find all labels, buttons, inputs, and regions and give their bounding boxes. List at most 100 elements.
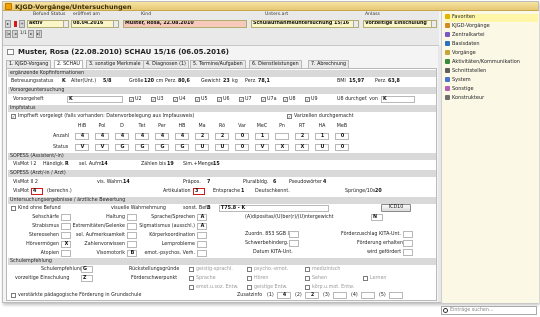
impf-anzahl-cell[interactable]: 0 — [235, 133, 249, 140]
sidebar-item-konstrukteur[interactable]: Konstrukteur — [445, 95, 484, 103]
tab-abrechnung[interactable]: 7. Abrechnung — [308, 60, 350, 68]
zusatz-field[interactable]: 2 — [305, 292, 319, 299]
paed-checkbox[interactable] — [11, 293, 16, 298]
impf-anzahl-cell[interactable]: 4 — [155, 133, 169, 140]
sidebar-item-aktivit-ten-kommunikation[interactable]: Aktivitäten/Kommunikation — [445, 59, 520, 67]
vorsorge-checkbox-u6[interactable]: ✓ — [217, 97, 222, 102]
sidebar-item-zentralkartei[interactable]: Zentralkartei — [445, 32, 485, 40]
impf-status-cell[interactable]: V — [255, 144, 269, 151]
tab-diagnosen[interactable]: 4. Diagnosen (1) — [143, 60, 189, 68]
impf-anzahl-cell[interactable] — [275, 133, 289, 140]
impf-status-cell[interactable]: V — [95, 144, 109, 151]
impf-status-cell[interactable]: U — [315, 144, 329, 151]
vismot1-field[interactable]: 4 — [31, 188, 43, 195]
impf-status-cell[interactable]: V — [75, 144, 89, 151]
foerder-kita-field[interactable] — [403, 231, 413, 238]
schul-option-checkbox[interactable] — [305, 267, 310, 272]
schul-option-checkbox[interactable] — [247, 267, 252, 272]
artik-field[interactable]: 3 — [193, 188, 205, 195]
vorsorge-checkbox-u8[interactable]: ✓ — [283, 97, 288, 102]
vorsorge-checkbox-u2[interactable]: ✓ — [129, 97, 134, 102]
status-select[interactable]: aktiv — [27, 20, 69, 28]
child-select[interactable]: Muster, Rosa, 22.08.2010 — [123, 20, 247, 28]
row-more-button[interactable]: + — [19, 20, 25, 28]
icd-code-field[interactable]: T75.8 - K — [219, 205, 329, 212]
vorsorge-checkbox-u9[interactable]: ✓ — [305, 97, 310, 102]
impf-status-cell[interactable]: U — [215, 144, 229, 151]
icd10-button[interactable]: ICD10 — [381, 204, 411, 212]
sidebar-item-favoriten[interactable]: Favoriten — [445, 14, 538, 22]
impfheft-checkbox[interactable]: ✓ — [11, 114, 16, 119]
date-select[interactable]: 08.04.2016 — [71, 20, 119, 28]
sidebar-item-sonstige[interactable]: Sonstige — [445, 86, 474, 94]
zusatz-field[interactable] — [389, 292, 403, 299]
unters-field[interactable]: A — [197, 214, 207, 221]
vorsorgeheft-field[interactable]: K — [67, 96, 123, 103]
first-record-button[interactable]: |◂ — [5, 30, 11, 38]
varizellen-checkbox[interactable]: ✓ — [287, 114, 292, 119]
impf-status-cell[interactable]: G — [115, 144, 129, 151]
tab-kjgd-vorgang[interactable]: 1. KJGD-Vorgang — [6, 60, 52, 68]
zusatz-field[interactable] — [333, 292, 347, 299]
schul-option-checkbox[interactable] — [305, 276, 310, 281]
sidebar-item-system[interactable]: System — [445, 77, 471, 85]
zuordn-field[interactable] — [289, 231, 299, 238]
impf-anzahl-cell[interactable]: 4 — [75, 133, 89, 140]
impf-status-cell[interactable]: 0 — [235, 144, 249, 151]
unters-field[interactable] — [197, 250, 207, 257]
schul-option-checkbox[interactable] — [363, 276, 368, 281]
impf-status-cell[interactable]: G — [135, 144, 149, 151]
vorsorge-checkbox-u4[interactable]: ✓ — [173, 97, 178, 102]
vorsorge-checkbox-u7a[interactable]: ✓ — [261, 97, 266, 102]
impf-status-cell[interactable]: G — [155, 144, 169, 151]
sidebar-search-input[interactable]: Einträge suchen... — [441, 306, 537, 315]
tab-dienstleistungen[interactable]: 6. Dienstleistungen — [249, 60, 302, 68]
chevron-down-icon[interactable] — [431, 21, 436, 27]
sidebar-item-schnittstellen[interactable]: Schnittstellen — [445, 68, 486, 76]
impf-anzahl-cell[interactable]: 4 — [95, 133, 109, 140]
impf-anzahl-cell[interactable]: 1 — [255, 133, 269, 140]
schul-option-checkbox[interactable] — [189, 285, 194, 290]
sidebar-item-vorg-nge[interactable]: Vorgänge — [445, 50, 476, 58]
impf-anzahl-cell[interactable]: 0 — [335, 133, 349, 140]
unters-field[interactable] — [197, 241, 207, 248]
zusatz-field[interactable]: 4 — [277, 292, 291, 299]
schul-option-checkbox[interactable] — [247, 276, 252, 281]
impf-status-cell[interactable]: 0 — [335, 144, 349, 151]
tab-termine[interactable]: 5. Termine/Aufgaben — [190, 60, 246, 68]
schwer-field[interactable] — [289, 240, 299, 247]
sidebar-item-basisdaten[interactable]: Basisdaten — [445, 41, 480, 49]
next-record-button[interactable]: ▸ — [28, 30, 35, 38]
impf-anzahl-cell[interactable]: 1 — [315, 133, 329, 140]
vorzeitig-field[interactable]: Z — [81, 275, 93, 282]
chevron-down-icon[interactable] — [113, 21, 118, 27]
exam-type-select[interactable]: Schulaufnahmeuntersuchung 15/16 — [251, 20, 359, 28]
unters-field[interactable]: A — [197, 223, 207, 230]
tab-sonstige-merkmale[interactable]: 3. sonstige Merkmale — [86, 60, 144, 68]
impf-status-cell[interactable]: X — [295, 144, 309, 151]
previous-record-button[interactable]: ◂ — [12, 30, 19, 38]
chevron-down-icon[interactable] — [63, 21, 68, 27]
sidebar-item-kjgd-vorg-nge[interactable]: KJGD-Vorgänge — [445, 23, 490, 31]
vorsorge-checkbox-u7[interactable]: ✓ — [239, 97, 244, 102]
vorsorge-checkbox-u3[interactable]: ✓ — [151, 97, 156, 102]
impf-anzahl-cell[interactable]: 4 — [135, 133, 149, 140]
unters-field[interactable] — [197, 232, 207, 239]
wird-gef-field[interactable] — [403, 249, 413, 256]
schul-option-checkbox[interactable] — [189, 276, 194, 281]
impf-anzahl-cell[interactable]: 4 — [175, 133, 189, 140]
impf-anzahl-cell[interactable]: 2 — [195, 133, 209, 140]
schul-option-checkbox[interactable] — [247, 285, 252, 290]
kind-ohne-befund-checkbox[interactable] — [11, 206, 16, 211]
foerder-erh-field[interactable] — [403, 240, 413, 247]
impf-anzahl-cell[interactable]: 2 — [295, 133, 309, 140]
last-record-button[interactable]: ▸| — [35, 30, 42, 38]
reason-select[interactable]: Vorzeitige Einschulung — [363, 20, 437, 28]
impf-status-cell[interactable]: U — [195, 144, 209, 151]
impf-anzahl-cell[interactable]: 4 — [115, 133, 129, 140]
schul-option-checkbox[interactable] — [305, 285, 310, 290]
icd-value-field[interactable]: N — [371, 214, 383, 221]
impf-status-cell[interactable]: G — [175, 144, 189, 151]
impf-status-cell[interactable]: X — [275, 144, 289, 151]
u8-field[interactable]: K — [381, 96, 415, 103]
